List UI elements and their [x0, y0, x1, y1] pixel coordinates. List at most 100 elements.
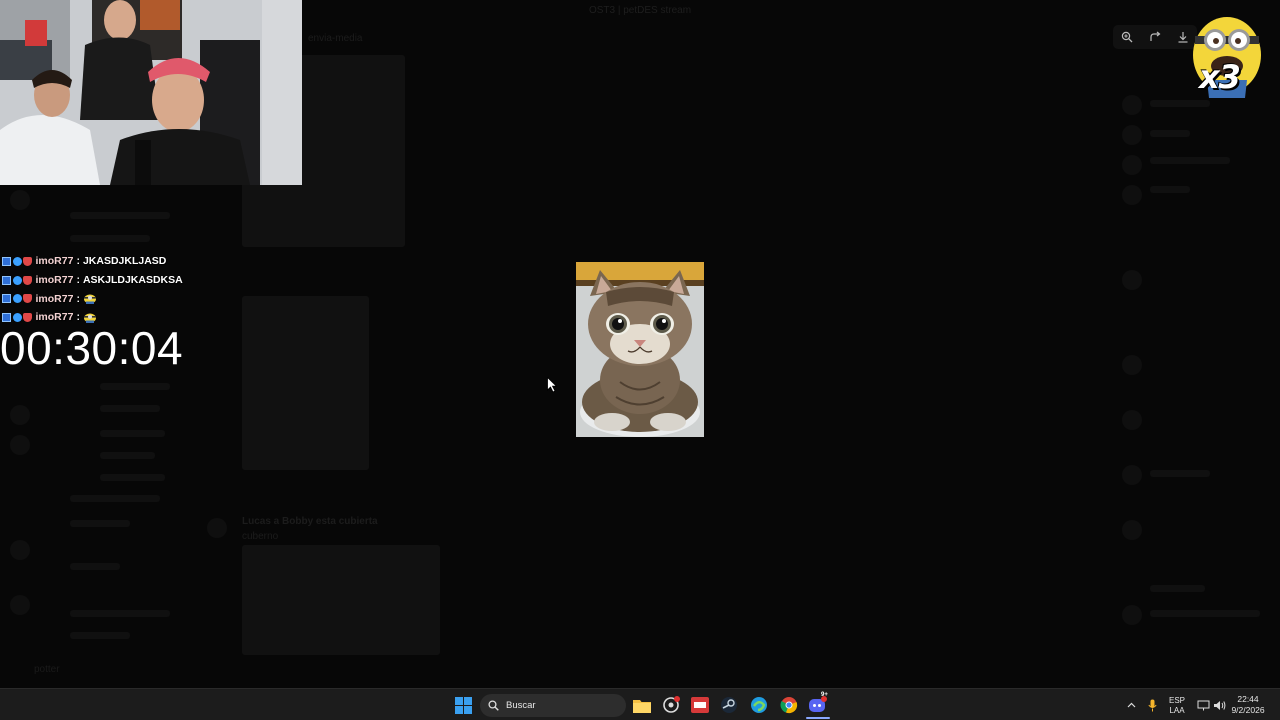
server-icon: [10, 435, 30, 455]
member-avatar: [1122, 410, 1142, 430]
chat-username: imoR77: [35, 292, 74, 305]
keyboard-layout: LAA: [1169, 706, 1185, 715]
volume-button[interactable]: [1209, 695, 1229, 715]
edge-icon: [751, 697, 767, 713]
chat-username: imoR77: [35, 274, 74, 287]
server-icon: [10, 595, 30, 615]
chat-message: imoR77 : JKASDJKLJASD: [2, 252, 242, 271]
server-icon: [10, 540, 30, 560]
windows-taskbar: Buscar 9+ ESP LAA 22:44 9/2/2026: [0, 688, 1280, 720]
user-avatar: [207, 518, 227, 538]
chat-separator: :: [76, 255, 80, 268]
member-avatar: [1122, 355, 1142, 375]
channel-item: [70, 610, 170, 617]
steam-icon: [721, 697, 737, 713]
channel-item: [100, 383, 170, 390]
discord-notification-badge: 9+: [821, 692, 828, 698]
channel-item: [100, 474, 165, 481]
channel-item: [100, 430, 165, 437]
rotate-icon: [1150, 31, 1161, 41]
edge-button[interactable]: [749, 695, 769, 715]
zoom-in-icon: [1121, 31, 1133, 43]
kitten-picture: [576, 262, 704, 437]
clock[interactable]: 22:44 9/2/2026: [1228, 694, 1268, 716]
steam-button[interactable]: [719, 695, 739, 715]
language-indicator[interactable]: ESP LAA: [1165, 696, 1189, 716]
message-text: cuberno: [242, 531, 279, 542]
multiplier-label: x3: [1199, 58, 1241, 96]
microphone-icon: [1147, 699, 1157, 711]
member-avatar: [1122, 605, 1142, 625]
channel-item: [100, 452, 155, 459]
user-name: potter: [34, 664, 60, 675]
taskbar-search[interactable]: Buscar: [480, 694, 626, 717]
gift-badge-icon: [23, 256, 32, 266]
keyboard-app-icon: [691, 697, 709, 713]
active-app-indicator: [806, 717, 830, 719]
prime-badge-icon: [12, 256, 22, 266]
media-thumbnail: [242, 296, 369, 470]
chat-text: ASKJLDJKASDKSA: [82, 274, 183, 287]
search-placeholder: Buscar: [506, 700, 536, 711]
channel-name: envia-media: [308, 33, 363, 44]
stream-chat: imoR77 : JKASDJKLJASD imoR77 : ASKJLDJKA…: [2, 252, 242, 327]
member-avatar: [1122, 125, 1142, 145]
chat-username: imoR77: [35, 255, 74, 268]
discord-button[interactable]: [808, 695, 828, 715]
channel-item: [100, 405, 160, 412]
microphone-button[interactable]: [1142, 695, 1162, 715]
app-button[interactable]: [690, 695, 710, 715]
gift-badge-icon: [23, 294, 32, 304]
member-name: [1150, 186, 1190, 193]
prime-badge-icon: [12, 312, 22, 322]
language-code: ESP: [1168, 696, 1185, 705]
channel-item: [70, 520, 130, 527]
member-avatar: [1122, 95, 1142, 115]
webcam-overlay: [0, 0, 302, 185]
kitten-image[interactable]: [576, 262, 704, 437]
rotate-button[interactable]: [1146, 28, 1164, 46]
channel-item: [70, 563, 120, 570]
app-button[interactable]: [661, 695, 681, 715]
channel-item: [70, 235, 150, 242]
zoom-in-button[interactable]: [1118, 28, 1136, 46]
search-icon: [488, 700, 499, 711]
subscriber-badge-icon: [2, 256, 11, 266]
folder-icon: [633, 699, 651, 713]
prime-badge-icon: [12, 294, 22, 304]
start-button[interactable]: [453, 695, 473, 715]
chat-message: imoR77 : ASKJLDJKASDKSA: [2, 271, 242, 290]
file-explorer-button[interactable]: [632, 695, 652, 715]
member-avatar: [1122, 185, 1142, 205]
emote-icon: [83, 294, 96, 305]
chevron-up-icon: [1127, 702, 1135, 708]
show-hidden-icons-button[interactable]: [1121, 695, 1141, 715]
server-icon: [10, 190, 30, 210]
member-name: [1150, 100, 1210, 107]
app-swirl-icon: [663, 696, 680, 713]
channel-item: [70, 495, 160, 502]
channel-item: [70, 632, 130, 639]
chat-separator: :: [76, 292, 80, 305]
member-avatar: [1122, 270, 1142, 290]
message-author: Lucas a Bobby esta cubierta: [242, 516, 378, 527]
prime-badge-icon: [12, 275, 22, 285]
member-avatar: [1122, 520, 1142, 540]
media-thumbnail: [242, 545, 440, 655]
webcam-feed: [0, 0, 302, 185]
subscriber-badge-icon: [2, 275, 11, 285]
member-name: [1150, 610, 1260, 617]
member-name: [1150, 157, 1230, 164]
clock-date: 9/2/2026: [1231, 705, 1265, 715]
image-viewer-toolbar: [1113, 25, 1197, 49]
network-icon: [1197, 700, 1209, 710]
chrome-icon: [780, 697, 798, 714]
server-icon: [10, 405, 30, 425]
member-avatar: [1122, 465, 1142, 485]
chrome-button[interactable]: [779, 695, 799, 715]
mouse-cursor-icon: [547, 377, 557, 393]
member-name: [1150, 470, 1210, 477]
member-name: [1150, 130, 1190, 137]
discord-icon: [809, 696, 827, 712]
chat-message: imoR77 :: [2, 289, 242, 308]
